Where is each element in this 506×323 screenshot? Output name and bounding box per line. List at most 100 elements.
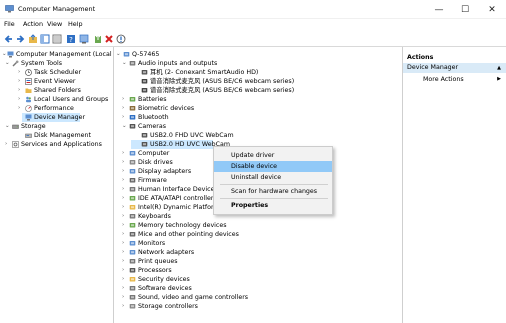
close-button[interactable]: ✕	[481, 4, 503, 16]
device-tree-item[interactable]: USB2.0 HD UVC WebCam	[131, 140, 230, 149]
device-tree-item[interactable]: › Batteries	[116, 95, 396, 104]
menu-help[interactable]: Help	[68, 20, 83, 28]
device-tree-item[interactable]: 耳机 (2- Conexant SmartAudio HD)	[116, 68, 396, 77]
menu-item-disable-device[interactable]: Disable device	[214, 161, 332, 172]
tree-item-label: Services and Applications	[21, 141, 102, 148]
device-tree-item[interactable]: ⌄ Audio inputs and outputs	[116, 59, 396, 68]
window-title: Computer Management	[18, 5, 96, 13]
scan-hardware-icon[interactable]	[116, 34, 126, 44]
tree-item-shared-folders[interactable]: › Shared Folders	[2, 86, 114, 95]
menu-view[interactable]: View	[47, 20, 62, 28]
chevron-right-icon[interactable]: ›	[122, 167, 128, 176]
uninstall-icon[interactable]	[104, 34, 114, 44]
chevron-right-icon[interactable]: ›	[18, 77, 24, 86]
export-list-icon[interactable]	[52, 34, 62, 44]
chevron-right-icon[interactable]: ›	[122, 230, 128, 239]
device-tree-item-label: Audio inputs and outputs	[138, 60, 218, 67]
menu-item-scan-hardware-changes[interactable]: Scan for hardware changes	[214, 186, 332, 197]
device-tree-item[interactable]: › Software devices	[116, 284, 396, 293]
device-tree-item[interactable]: › Print queues	[116, 257, 396, 266]
chevron-right-icon[interactable]: ›	[122, 149, 128, 158]
collapse-arrow-icon[interactable]: ▲	[497, 63, 501, 73]
chevron-right-icon[interactable]: ›	[122, 185, 128, 194]
menu-item-properties[interactable]: Properties	[214, 200, 332, 211]
tree-item-system-tools[interactable]: ⌄ System Tools	[2, 59, 114, 68]
update-driver-icon[interactable]	[93, 34, 103, 44]
chevron-right-icon[interactable]: ›	[18, 104, 24, 113]
tree-item-services-and-applications[interactable]: › Services and Applications	[2, 140, 114, 149]
chevron-right-icon[interactable]: ›	[122, 194, 128, 203]
chevron-right-icon[interactable]: ›	[122, 302, 128, 311]
device-tree-item-label: Batteries	[138, 96, 167, 103]
device-tree-item-label: USB2.0 FHD UVC WebCam	[150, 132, 234, 139]
menu-separator	[220, 198, 328, 199]
device-tree-item[interactable]: › Storage controllers	[116, 302, 396, 311]
computer-management-icon	[7, 51, 14, 58]
chevron-right-icon[interactable]: ›	[122, 275, 128, 284]
menu-file[interactable]: File	[4, 20, 15, 28]
chevron-right-icon[interactable]: ›	[122, 248, 128, 257]
tree-item-disk-management[interactable]: Disk Management	[2, 131, 114, 140]
device-tree-icon[interactable]	[79, 34, 89, 44]
folder-icon	[25, 88, 32, 93]
more-actions-item[interactable]: More Actions ▶	[403, 75, 506, 84]
maximize-button[interactable]: ☐	[454, 4, 476, 16]
tree-item-task-scheduler[interactable]: › Task Scheduler	[2, 68, 114, 77]
menu-action[interactable]: Action	[23, 20, 43, 28]
chevron-right-icon[interactable]: ›	[122, 257, 128, 266]
users-icon	[26, 96, 31, 103]
device-tree-item[interactable]: ⌄ Q-57465	[116, 50, 396, 59]
chevron-right-icon[interactable]: ›	[122, 104, 128, 113]
back-icon[interactable]	[4, 34, 14, 44]
device-tree-item[interactable]: › Security devices	[116, 275, 396, 284]
chevron-down-icon[interactable]: ⌄	[5, 122, 11, 131]
device-tree-item[interactable]: › Bluetooth	[116, 113, 396, 122]
menu-item-update-driver[interactable]: Update driver	[214, 150, 332, 161]
minimize-button[interactable]: —	[428, 4, 450, 16]
device-tree-item[interactable]: ⌄ Cameras	[116, 122, 396, 131]
device-tree-item[interactable]: › Biometric devices	[116, 104, 396, 113]
device-tree-item[interactable]: USB2.0 FHD UVC WebCam	[116, 131, 396, 140]
chevron-right-icon[interactable]: ›	[122, 212, 128, 221]
chevron-down-icon[interactable]: ⌄	[122, 59, 128, 68]
device-tree-item[interactable]: › Memory technology devices	[116, 221, 396, 230]
show-hide-tree-icon[interactable]	[40, 34, 50, 44]
chevron-right-icon[interactable]: ›	[122, 176, 128, 185]
chevron-down-icon[interactable]: ⌄	[116, 50, 122, 59]
device-tree-item[interactable]: › Monitors	[116, 239, 396, 248]
tree-item-label: Local Users and Groups	[34, 96, 109, 103]
device-tree-item-label: 谱音消除式麦克风 (ASUS BE/C6 webcam series)	[150, 78, 295, 85]
menu-item-uninstall-device[interactable]: Uninstall device	[214, 172, 332, 183]
help-icon[interactable]: ?	[66, 34, 76, 44]
chevron-right-icon[interactable]: ›	[122, 239, 128, 248]
chevron-right-icon[interactable]: ›	[18, 86, 24, 95]
chevron-right-icon[interactable]: ›	[122, 293, 128, 302]
tree-item-computer-management[interactable]: ⌄ Computer Management (Local	[2, 50, 114, 59]
chevron-right-icon[interactable]: ›	[122, 203, 128, 212]
device-tree-item[interactable]: 谱音消除式麦克风 (ASUS BE/C6 webcam series)	[116, 86, 396, 95]
tree-item-performance[interactable]: › Performance	[2, 104, 114, 113]
device-tree-item[interactable]: › Network adapters	[116, 248, 396, 257]
chevron-right-icon[interactable]: ›	[5, 140, 11, 149]
actions-section-device-manager[interactable]: Device Manager ▲	[403, 63, 506, 73]
device-tree-item[interactable]: › Processors	[116, 266, 396, 275]
chevron-right-icon[interactable]: ›	[122, 221, 128, 230]
up-icon[interactable]	[28, 34, 38, 44]
chevron-right-icon[interactable]: ›	[122, 266, 128, 275]
device-tree-item[interactable]: 谱音消除式麦克风 (ASUS BE/C6 webcam series)	[116, 77, 396, 86]
device-tree-item[interactable]: › Sound, video and game controllers	[116, 293, 396, 302]
chevron-down-icon[interactable]: ⌄	[5, 59, 11, 68]
tree-item-device-manager[interactable]: Device Manager	[22, 113, 85, 122]
tree-item-local-users-and-groups[interactable]: › Local Users and Groups	[2, 95, 114, 104]
tree-item-storage[interactable]: ⌄ Storage	[2, 122, 114, 131]
device-tree-item[interactable]: › Mice and other pointing devices	[116, 230, 396, 239]
chevron-right-icon[interactable]: ›	[18, 95, 24, 104]
chevron-down-icon[interactable]: ⌄	[122, 122, 128, 131]
chevron-right-icon[interactable]: ›	[122, 284, 128, 293]
chevron-right-icon[interactable]: ›	[122, 95, 128, 104]
tree-item-event-viewer[interactable]: › Event Viewer	[2, 77, 114, 86]
chevron-right-icon[interactable]: ›	[122, 113, 128, 122]
chevron-right-icon[interactable]: ›	[18, 68, 24, 77]
forward-icon[interactable]	[15, 34, 25, 44]
chevron-right-icon[interactable]: ›	[122, 158, 128, 167]
